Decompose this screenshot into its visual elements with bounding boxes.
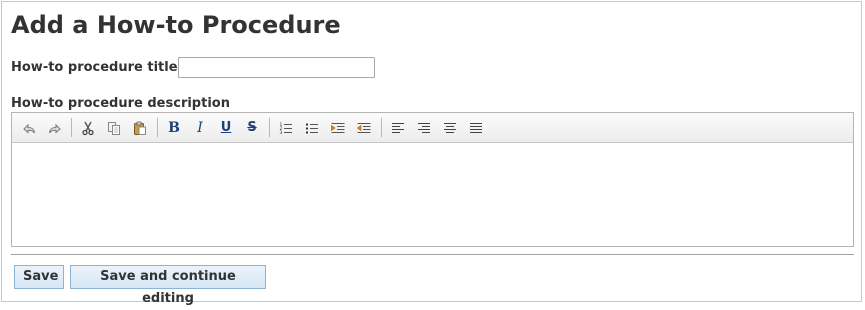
rich-text-editor: B I U S 1 2 3 [11,112,854,247]
bold-icon: B [168,120,180,136]
underline-icon: U [220,120,232,135]
strikethrough-button[interactable]: S [241,117,263,139]
outdent-icon [356,123,371,133]
underline-button[interactable]: U [215,117,237,139]
editor-content-area[interactable] [12,143,853,246]
cut-icon [82,121,94,136]
align-justify-icon [470,122,482,134]
save-and-continue-button[interactable]: Save and continue editing [70,265,266,306]
unordered-list-icon [306,123,318,134]
redo-button[interactable] [44,117,66,139]
align-center-button[interactable] [439,117,461,139]
form-divider [11,254,854,255]
page-title: Add a How-to Procedure [11,11,341,39]
italic-button[interactable]: I [189,117,211,139]
italic-icon: I [197,120,203,136]
align-right-button[interactable] [413,117,435,139]
toolbar-separator [71,118,72,137]
svg-text:3: 3 [280,130,283,136]
strikethrough-icon: S [247,120,257,135]
bold-button[interactable]: B [163,117,185,139]
save-button[interactable]: Save [14,265,64,289]
align-justify-button[interactable] [465,117,487,139]
title-input[interactable] [178,57,375,78]
undo-button[interactable] [18,117,40,139]
toolbar-separator [381,118,382,137]
indent-button[interactable] [327,117,349,139]
toolbar-separator [269,118,270,137]
redo-icon [49,123,61,134]
cut-button[interactable] [77,117,99,139]
paste-button[interactable] [129,117,151,139]
align-left-icon [392,122,404,134]
align-center-icon [444,122,456,134]
ordered-list-button[interactable]: 1 2 3 [275,117,297,139]
toolbar-separator [157,118,158,137]
align-left-button[interactable] [387,117,409,139]
copy-icon [108,122,120,135]
undo-icon [23,123,35,134]
description-field-label: How-to procedure description [11,96,230,111]
align-right-icon [418,122,430,134]
editor-toolbar: B I U S 1 2 3 [12,113,853,143]
indent-icon [331,123,345,133]
paste-icon [134,121,146,135]
copy-button[interactable] [103,117,125,139]
title-field-label: How-to procedure title: [11,60,183,75]
ordered-list-icon: 1 2 3 [280,122,292,136]
unordered-list-button[interactable] [301,117,323,139]
outdent-button[interactable] [353,117,375,139]
